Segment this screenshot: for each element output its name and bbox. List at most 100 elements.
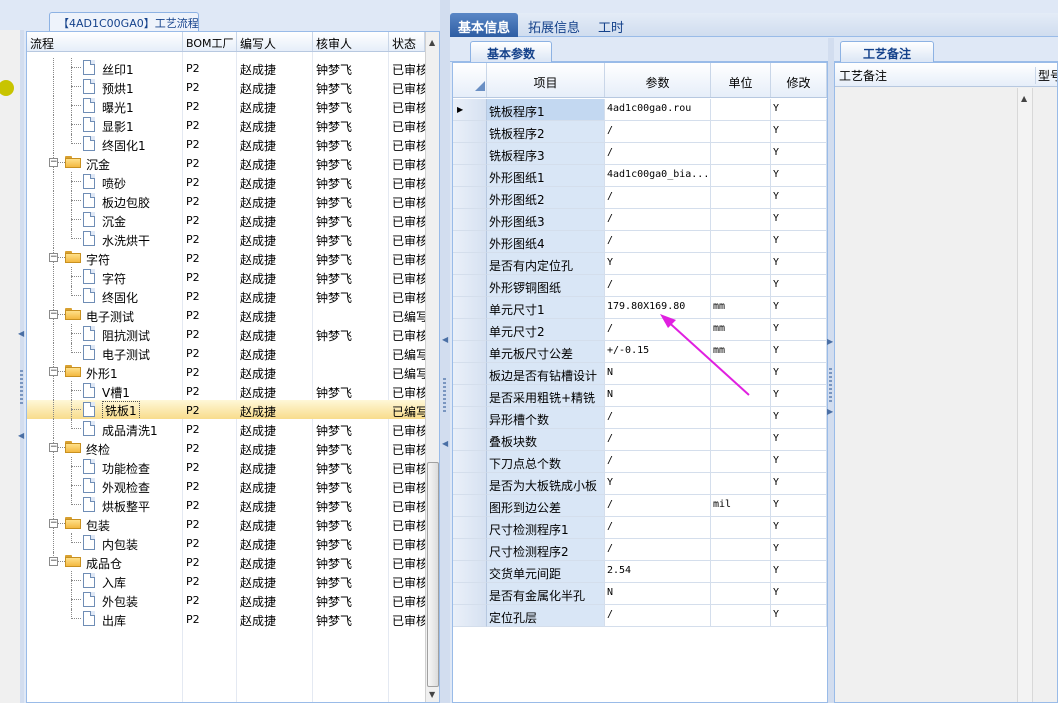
cell-param[interactable]: 4ad1c00ga0_bia...	[605, 165, 711, 187]
tree-node[interactable]: − 终检	[27, 438, 183, 457]
scroll-down-icon[interactable]: ▼	[429, 690, 435, 699]
splitter-arrow-icon[interactable]: ◀	[18, 330, 24, 338]
tab-basic-info[interactable]: 基本信息	[450, 13, 519, 37]
cell-param[interactable]: N	[605, 363, 711, 385]
scrollbar-thumb[interactable]	[427, 462, 439, 687]
param-row[interactable]: 外形图纸1 4ad1c00ga0_bia... Y	[453, 165, 827, 187]
cell-unit[interactable]: mm	[711, 341, 771, 363]
tree-node[interactable]: 终固化1	[27, 134, 183, 153]
collapse-toggle-icon[interactable]: −	[49, 310, 58, 319]
row-indicator[interactable]	[453, 429, 487, 451]
tree-row[interactable]: 板边包胶 P2 赵成捷 钟梦飞 已审核	[27, 191, 425, 210]
cell-unit[interactable]	[711, 583, 771, 605]
cell-param[interactable]: Y	[605, 473, 711, 495]
cell-param[interactable]: Y	[605, 253, 711, 275]
current-row-indicator-icon[interactable]: ▶	[453, 99, 487, 121]
tree-row[interactable]: 预烘1 P2 赵成捷 钟梦飞 已审核	[27, 77, 425, 96]
param-row[interactable]: 外形图纸3/ Y	[453, 209, 827, 231]
collapse-toggle-icon[interactable]: −	[49, 557, 58, 566]
tree-node[interactable]: 烘板整平	[27, 495, 183, 514]
tree-row[interactable]: V槽1 P2 赵成捷 钟梦飞 已审核	[27, 381, 425, 400]
column-header-process[interactable]: 流程	[27, 32, 183, 51]
tree-row[interactable]: 阻抗测试 P2 赵成捷 钟梦飞 已审核	[27, 324, 425, 343]
param-row[interactable]: 是否有金属化半孔 N Y	[453, 583, 827, 605]
cell-modify[interactable]: Y	[771, 165, 827, 187]
cell-unit[interactable]: mm	[711, 319, 771, 341]
cell-param[interactable]: /	[605, 187, 711, 209]
tree-node[interactable]: 终固化	[27, 286, 183, 305]
splitter-arrow-icon[interactable]: ▶	[827, 338, 833, 346]
row-indicator[interactable]	[453, 275, 487, 297]
cell-unit[interactable]	[711, 561, 771, 583]
tree-node[interactable]: 曝光1	[27, 96, 183, 115]
cell-param[interactable]: /	[605, 407, 711, 429]
tree-group-row[interactable]: − 外形1 P2 赵成捷 已编写	[27, 362, 425, 381]
cell-param[interactable]: /	[605, 143, 711, 165]
cell-param[interactable]: /	[605, 429, 711, 451]
cell-unit[interactable]	[711, 275, 771, 297]
cell-param[interactable]: /	[605, 605, 711, 627]
tree-group-row[interactable]: − 成品仓 P2 赵成捷 钟梦飞 已审核	[27, 552, 425, 571]
param-row[interactable]: ▶ 铣板程序1 4ad1c00ga0.rou Y	[453, 99, 827, 121]
tree-node[interactable]: 板边包胶	[27, 191, 183, 210]
splitter-arrow-icon[interactable]: ▶	[827, 408, 833, 416]
tree-node[interactable]: 预烘1	[27, 77, 183, 96]
column-header-model[interactable]: 型号	[1035, 67, 1057, 84]
cell-modify[interactable]: Y	[771, 341, 827, 363]
tree-row[interactable]: 内包装 P2 赵成捷 钟梦飞 已审核	[27, 533, 425, 552]
param-row[interactable]: 是否采用粗铣+精铣 N Y	[453, 385, 827, 407]
row-indicator[interactable]	[453, 583, 487, 605]
tree-node[interactable]: 沉金	[27, 210, 183, 229]
cell-unit[interactable]	[711, 99, 771, 121]
tree-node[interactable]: 外包装	[27, 590, 183, 609]
row-indicator[interactable]	[453, 517, 487, 539]
splitter-grip[interactable]	[829, 368, 832, 402]
row-indicator[interactable]	[453, 209, 487, 231]
cell-unit[interactable]	[711, 451, 771, 473]
cell-modify[interactable]: Y	[771, 561, 827, 583]
tree-row[interactable]: 入库 P2 赵成捷 钟梦飞 已审核	[27, 571, 425, 590]
tree-row[interactable]: 电子测试 P2 赵成捷 已编写	[27, 343, 425, 362]
tree-node[interactable]: 字符	[27, 267, 183, 286]
row-indicator[interactable]	[453, 451, 487, 473]
collapse-toggle-icon[interactable]: −	[49, 519, 58, 528]
tree-group-row[interactable]: − 终检 P2 赵成捷 钟梦飞 已审核	[27, 438, 425, 457]
cell-unit[interactable]	[711, 407, 771, 429]
tree-group-row[interactable]: − 字符 P2 赵成捷 钟梦飞 已审核	[27, 248, 425, 267]
tree-node[interactable]: V槽1	[27, 381, 183, 400]
tree-node[interactable]: 成品清洗1	[27, 419, 183, 438]
tree-node[interactable]: − 沉金	[27, 153, 183, 172]
cell-modify[interactable]: Y	[771, 297, 827, 319]
tree-row[interactable]: 成品清洗1 P2 赵成捷 钟梦飞 已审核	[27, 419, 425, 438]
cell-modify[interactable]: Y	[771, 99, 827, 121]
param-row[interactable]: 尺寸检测程序2/ Y	[453, 539, 827, 561]
param-row[interactable]: 外形图纸4/ Y	[453, 231, 827, 253]
column-header-writer[interactable]: 编写人	[237, 32, 313, 51]
cell-modify[interactable]: Y	[771, 583, 827, 605]
param-row[interactable]: 尺寸检测程序1/ Y	[453, 517, 827, 539]
process-flow-tab[interactable]: 【4AD1C00GA0】工艺流程	[49, 12, 199, 31]
param-row[interactable]: 定位孔层 / Y	[453, 605, 827, 627]
tree-scrollbar[interactable]: ▲ ▼	[425, 32, 439, 702]
cell-modify[interactable]: Y	[771, 451, 827, 473]
cell-modify[interactable]: Y	[771, 539, 827, 561]
cell-unit[interactable]	[711, 143, 771, 165]
row-indicator[interactable]	[453, 385, 487, 407]
tree-node[interactable]: − 包装	[27, 514, 183, 533]
cell-unit[interactable]	[711, 429, 771, 451]
cell-param[interactable]: 2.54	[605, 561, 711, 583]
cell-modify[interactable]: Y	[771, 275, 827, 297]
cell-unit[interactable]	[711, 473, 771, 495]
cell-unit[interactable]: mil	[711, 495, 771, 517]
collapse-toggle-icon[interactable]: −	[49, 253, 58, 262]
param-row[interactable]: 异形槽个数 / Y	[453, 407, 827, 429]
param-row[interactable]: 单元尺寸2/mm Y	[453, 319, 827, 341]
cell-modify[interactable]: Y	[771, 143, 827, 165]
collapse-toggle-icon[interactable]: −	[49, 158, 58, 167]
tree-row[interactable]: 出库 P2 赵成捷 钟梦飞 已审核	[27, 609, 425, 628]
row-indicator[interactable]	[453, 561, 487, 583]
row-indicator[interactable]	[453, 187, 487, 209]
cell-param[interactable]: /	[605, 451, 711, 473]
splitter-grip[interactable]	[443, 378, 446, 412]
tree-group-row[interactable]: − 包装 P2 赵成捷 钟梦飞 已审核	[27, 514, 425, 533]
